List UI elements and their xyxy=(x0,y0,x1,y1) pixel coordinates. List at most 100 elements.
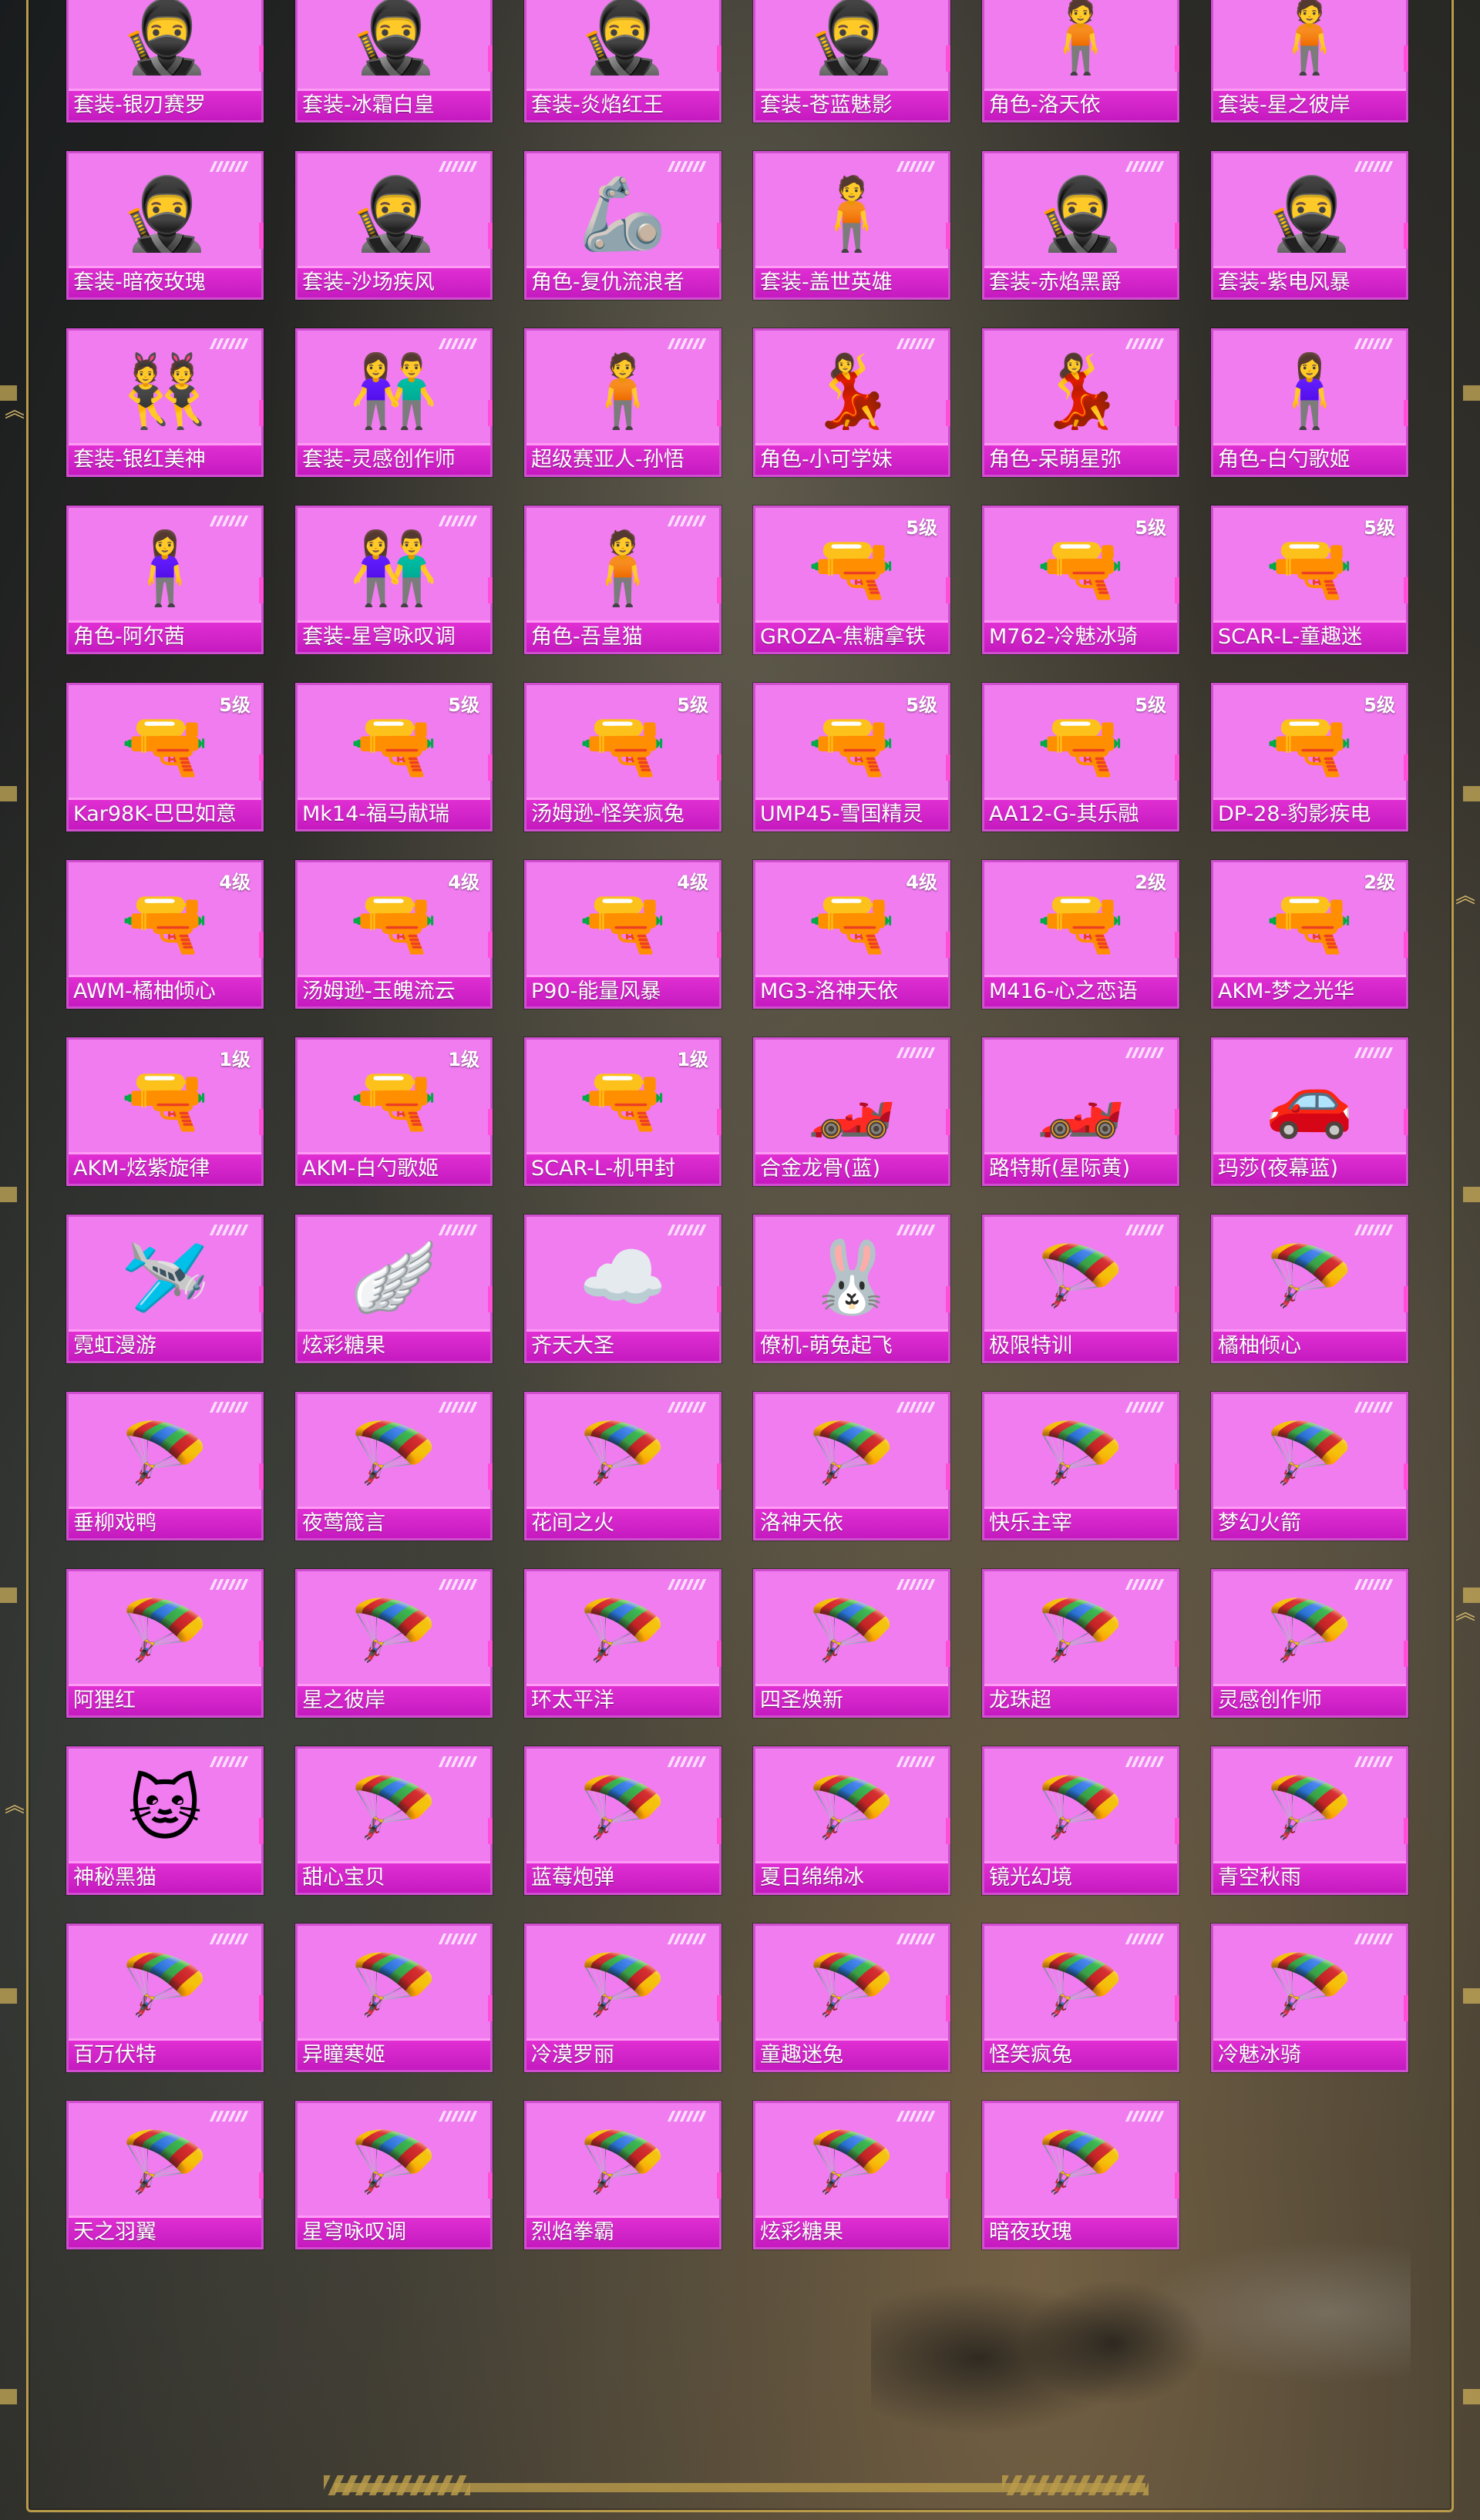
item-card[interactable]: 1级 🔫 AKM-白勺歌姬 xyxy=(295,1037,493,1186)
item-card[interactable]: 🪂 天之羽翼 xyxy=(66,2101,264,2250)
race-car-icon: 🏎️ xyxy=(807,1059,896,1141)
item-card[interactable]: 🪂 蓝莓炮弹 xyxy=(524,1746,722,1895)
card-side-tab xyxy=(1404,1641,1408,1667)
item-card[interactable]: 🪂 夏日绵绵冰 xyxy=(753,1746,950,1895)
item-card[interactable]: 🥷 套装-炎焰红王 xyxy=(524,0,722,123)
item-card[interactable]: 🪂 镜光幻境 xyxy=(982,1746,1179,1895)
parachute-icon: 🪂 xyxy=(807,1768,896,1850)
item-label: 炫彩糖果 xyxy=(298,1332,490,1361)
item-card[interactable]: 🪂 冷漠罗丽 xyxy=(524,1924,722,2072)
card-side-tab xyxy=(259,2172,264,2199)
item-card[interactable]: 🚗 玛莎(夜幕蓝) xyxy=(1211,1037,1408,1186)
item-label: AKM-炫紫旋律 xyxy=(69,1154,261,1184)
item-card[interactable]: 🪂 冷魅冰骑 xyxy=(1211,1924,1408,2072)
item-card[interactable]: 5级 🔫 Kar98K-巴巴如意 xyxy=(66,683,264,832)
item-card[interactable]: 🪂 灵感创作师 xyxy=(1211,1569,1408,1718)
item-card[interactable]: 1级 🔫 AKM-炫紫旋律 xyxy=(66,1037,264,1186)
item-card[interactable]: 🪂 甜心宝贝 xyxy=(295,1746,493,1895)
item-card[interactable]: 5级 🔫 汤姆逊-怪笑疯兔 xyxy=(524,683,722,832)
item-card[interactable]: 👯 套装-银红美神 xyxy=(66,328,264,477)
item-label: 角色-洛天依 xyxy=(984,91,1177,120)
item-card[interactable]: 🪂 橘柚倾心 xyxy=(1211,1215,1408,1363)
item-card[interactable]: 🥷 套装-赤焰黑爵 xyxy=(982,151,1179,300)
item-card[interactable]: 🧍 角色-吾皇猫 xyxy=(524,506,722,654)
item-card[interactable]: 🥷 套装-紫电风暴 xyxy=(1211,151,1408,300)
item-card[interactable]: 🪂 异瞳寒姬 xyxy=(295,1924,493,2072)
item-card[interactable]: 🧍 超级赛亚人-孙悟 xyxy=(524,328,722,477)
item-card[interactable]: 🐰 僚机-萌兔起飞 xyxy=(753,1215,950,1363)
item-card[interactable]: 🪂 梦幻火箭 xyxy=(1211,1392,1408,1541)
item-card[interactable]: 5级 🔫 Mk14-福马献瑞 xyxy=(295,683,493,832)
item-card[interactable]: 5级 🔫 DP-28-豹影疾电 xyxy=(1211,683,1408,832)
item-card[interactable]: 🪂 阿狸红 xyxy=(66,1569,264,1718)
item-card[interactable]: 5级 🔫 UMP45-雪国精灵 xyxy=(753,683,950,832)
item-card[interactable]: 🏎️ 路特斯(星际黄) xyxy=(982,1037,1179,1186)
item-card[interactable]: 🪂 星之彼岸 xyxy=(295,1569,493,1718)
item-card[interactable]: 🥷 套装-沙场疾风 xyxy=(295,151,493,300)
item-card[interactable]: 🪂 烈焰拳霸 xyxy=(524,2101,722,2250)
item-card[interactable]: 👫 套装-灵感创作师 xyxy=(295,328,493,477)
item-card[interactable]: 🪂 童趣迷兔 xyxy=(753,1924,950,2072)
item-card[interactable]: 🪂 暗夜玫瑰 xyxy=(982,2101,1179,2250)
item-card[interactable]: 🧍 角色-洛天依 xyxy=(982,0,1179,123)
item-card[interactable]: 🪂 星穹咏叹调 xyxy=(295,2101,493,2250)
item-label: 青空秋雨 xyxy=(1213,1863,1406,1893)
item-card[interactable]: 🪂 夜莺箴言 xyxy=(295,1392,493,1541)
card-side-tab xyxy=(717,223,722,249)
item-card[interactable]: 🪂 龙珠超 xyxy=(982,1569,1179,1718)
item-card[interactable]: 🧍 套装-盖世英雄 xyxy=(753,151,950,300)
item-card[interactable]: 4级 🔫 P90-能量风暴 xyxy=(524,860,722,1009)
item-card[interactable]: 2级 🔫 AKM-梦之光华 xyxy=(1211,860,1408,1009)
item-card[interactable]: 🥷 套装-冰霜白皇 xyxy=(295,0,493,123)
card-side-tab xyxy=(488,1641,493,1667)
item-card[interactable]: 🐱 神秘黑猫 xyxy=(66,1746,264,1895)
item-card[interactable]: 👫 套装-星穹咏叹调 xyxy=(295,506,493,654)
item-card[interactable]: 🧍‍♀️ 角色-阿尔茜 xyxy=(66,506,264,654)
item-card[interactable]: 4级 🔫 MG3-洛神天依 xyxy=(753,860,950,1009)
item-card[interactable]: 5级 🔫 SCAR-L-童趣迷 xyxy=(1211,506,1408,654)
item-card[interactable]: ☁️ 齐天大圣 xyxy=(524,1215,722,1363)
item-card[interactable]: 🏎️ 合金龙骨(蓝) xyxy=(753,1037,950,1186)
parachute-icon: 🪂 xyxy=(120,2122,210,2205)
item-label: SCAR-L-机甲封 xyxy=(526,1154,719,1184)
outfit-icon: 🧍 xyxy=(1265,0,1354,78)
item-card[interactable]: 🪂 青空秋雨 xyxy=(1211,1746,1408,1895)
item-label: Kar98K-巴巴如意 xyxy=(69,800,261,829)
item-card[interactable]: 4级 🔫 AWM-橘柚倾心 xyxy=(66,860,264,1009)
item-label: 套装-银刃赛罗 xyxy=(69,91,261,120)
item-label: 套装-盖世英雄 xyxy=(755,268,948,297)
item-card[interactable]: 🪂 洛神天依 xyxy=(753,1392,950,1541)
item-card[interactable]: 🛩️ 霓虹漫游 xyxy=(66,1215,264,1363)
item-card[interactable]: 🪂 百万伏特 xyxy=(66,1924,264,2072)
item-card[interactable]: 🪂 快乐主宰 xyxy=(982,1392,1179,1541)
item-card[interactable]: 🥷 套装-暗夜玫瑰 xyxy=(66,151,264,300)
item-card[interactable]: 🥷 套装-苍蓝魅影 xyxy=(753,0,950,123)
card-side-tab xyxy=(946,1818,950,1844)
item-card[interactable]: 2级 🔫 M416-心之恋语 xyxy=(982,860,1179,1009)
item-card[interactable]: 🪂 垂柳戏鸭 xyxy=(66,1392,264,1541)
item-card[interactable]: 🪂 花间之火 xyxy=(524,1392,722,1541)
item-card[interactable]: 4级 🔫 汤姆逊-玉魄流云 xyxy=(295,860,493,1009)
item-label: 异瞳寒姬 xyxy=(298,2041,490,2070)
item-card[interactable]: 1级 🔫 SCAR-L-机甲封 xyxy=(524,1037,722,1186)
item-card[interactable]: 🧍 套装-星之彼岸 xyxy=(1211,0,1408,123)
item-card[interactable]: 🧍‍♀️ 角色-白勺歌姬 xyxy=(1211,328,1408,477)
armored-suit-icon: 🥷 xyxy=(578,0,668,78)
item-card[interactable]: 🥷 套装-银刃赛罗 xyxy=(66,0,264,123)
card-side-tab xyxy=(1404,45,1408,72)
item-card[interactable]: 🪂 环太平洋 xyxy=(524,1569,722,1718)
item-card[interactable]: 5级 🔫 AA12-G-其乐融 xyxy=(982,683,1179,832)
item-card[interactable]: 🪂 怪笑疯兔 xyxy=(982,1924,1179,2072)
card-side-tab xyxy=(717,1109,722,1135)
card-side-tab xyxy=(259,932,264,958)
item-card[interactable]: 🪂 极限特训 xyxy=(982,1215,1179,1363)
item-card[interactable]: 🪽 炫彩糖果 xyxy=(295,1215,493,1363)
item-card[interactable]: 💃 角色-呆萌星弥 xyxy=(982,328,1179,477)
item-card[interactable]: 5级 🔫 GROZA-焦糖拿铁 xyxy=(753,506,950,654)
item-card[interactable]: 5级 🔫 M762-冷魅冰骑 xyxy=(982,506,1179,654)
item-card[interactable]: 🪂 四圣焕新 xyxy=(753,1569,950,1718)
item-card[interactable]: 🪂 炫彩糖果 xyxy=(753,2101,950,2250)
item-card[interactable]: 💃 角色-小可学妹 xyxy=(753,328,950,477)
item-card[interactable]: 🦾 角色-复仇流浪者 xyxy=(524,151,722,300)
parachute-icon: 🪂 xyxy=(349,1768,439,1850)
